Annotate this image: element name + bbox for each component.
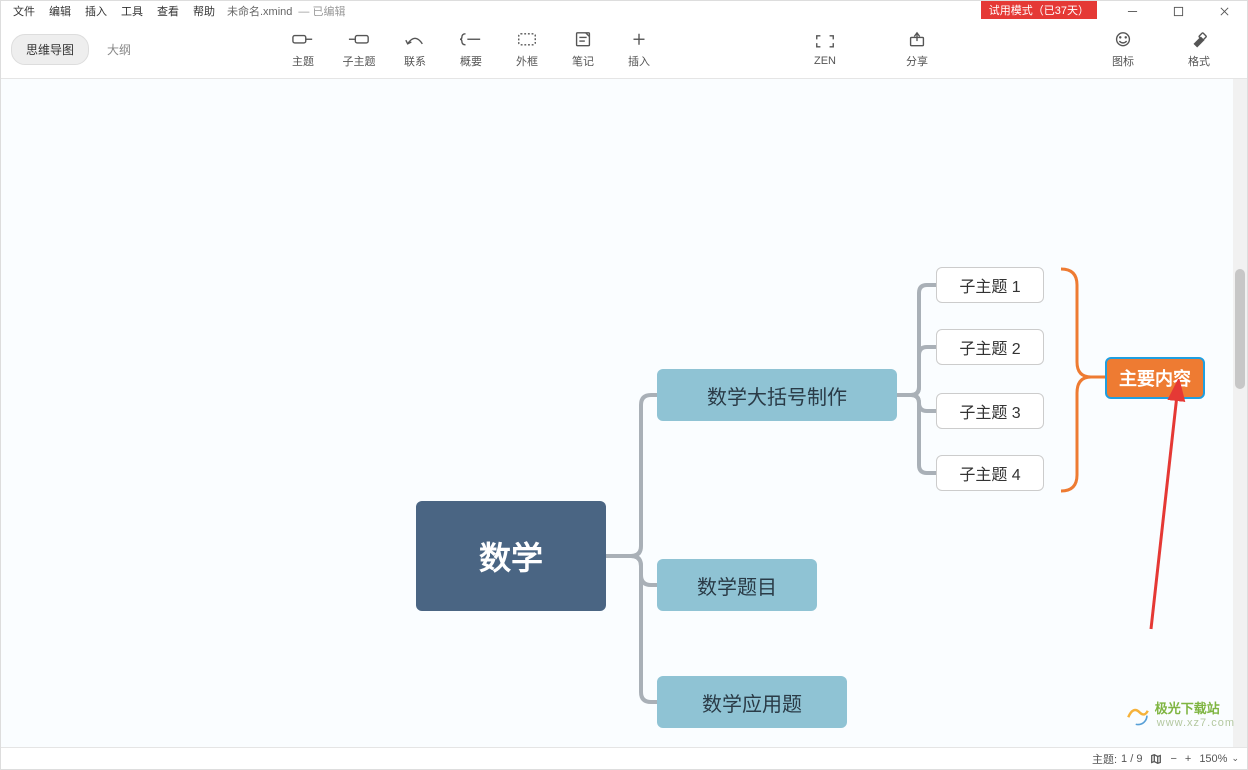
zoom-dropdown-icon[interactable]: ⌄ [1231, 753, 1239, 764]
notes-icon [572, 31, 594, 49]
zen-icon [814, 33, 836, 51]
window-maximize-button[interactable] [1155, 1, 1201, 21]
emoji-button[interactable]: 图标 [1095, 26, 1151, 74]
subtopic-label: 子主题 [343, 53, 376, 69]
menu-edit[interactable]: 编辑 [43, 1, 77, 21]
vertical-scrollbar[interactable] [1233, 79, 1247, 747]
insert-label: 插入 [628, 53, 650, 69]
zen-button[interactable]: ZEN [797, 26, 853, 74]
topic-button[interactable]: 主题 [275, 26, 331, 74]
window-minimize-button[interactable] [1109, 1, 1155, 21]
summary-node[interactable]: 主要内容 [1105, 357, 1205, 399]
emoji-label: 图标 [1112, 53, 1134, 69]
document-title: 未命名.xmind [227, 3, 292, 19]
connectors [1, 79, 1247, 747]
format-label: 格式 [1188, 53, 1210, 69]
topic-count-value: 1 / 9 [1121, 753, 1142, 765]
share-label: 分享 [906, 53, 928, 69]
topic-label: 主题 [292, 53, 314, 69]
view-outline-button[interactable]: 大纲 [93, 35, 145, 64]
zoom-out-button[interactable]: − [1170, 753, 1176, 765]
zoom-value: 150% [1199, 753, 1227, 765]
menu-file[interactable]: 文件 [7, 1, 41, 21]
relation-label: 联系 [404, 53, 426, 69]
watermark-url: www.xz7.com [1157, 717, 1235, 729]
watermark-text: 极光下载站 [1155, 698, 1235, 717]
branch-node-1[interactable]: 数学大括号制作 [657, 369, 897, 421]
relation-button[interactable]: 联系 [387, 26, 443, 74]
share-button[interactable]: 分享 [889, 26, 945, 74]
summary-button[interactable]: 概要 [443, 26, 499, 74]
document-status: — 已编辑 [298, 3, 345, 19]
toolbar: 思维导图 大纲 主题 子主题 联系 概要 外框 [1, 21, 1247, 79]
canvas-area[interactable]: 数学 数学大括号制作 数学题目 数学应用题 子主题 1 子主题 2 子主题 3 … [1, 79, 1247, 747]
relation-icon [404, 31, 426, 49]
trial-badge: 试用模式（已37天） [981, 1, 1097, 19]
window-close-button[interactable] [1201, 1, 1247, 21]
share-icon [906, 31, 928, 49]
branch-node-3[interactable]: 数学应用题 [657, 676, 847, 728]
sub-node-3[interactable]: 子主题 3 [936, 393, 1044, 429]
insert-icon [628, 31, 650, 49]
zoom-in-button[interactable]: + [1185, 753, 1191, 765]
summary-label: 概要 [460, 53, 482, 69]
map-overview-button[interactable] [1150, 753, 1162, 765]
boundary-icon [516, 31, 538, 49]
subtopic-button[interactable]: 子主题 [331, 26, 387, 74]
menu-insert[interactable]: 插入 [79, 1, 113, 21]
subtopic-icon [348, 31, 370, 49]
view-mindmap-button[interactable]: 思维导图 [11, 34, 89, 65]
annotation-arrow [1121, 379, 1211, 639]
sub-node-4[interactable]: 子主题 4 [936, 455, 1044, 491]
summary-icon [460, 31, 482, 49]
sub-node-2[interactable]: 子主题 2 [936, 329, 1044, 365]
sub-node-1[interactable]: 子主题 1 [936, 267, 1044, 303]
notes-label: 笔记 [572, 53, 594, 69]
insert-button[interactable]: 插入 [611, 26, 667, 74]
menu-tools[interactable]: 工具 [115, 1, 149, 21]
topic-count-label: 主题: [1092, 751, 1117, 767]
menu-view[interactable]: 查看 [151, 1, 185, 21]
topic-icon [292, 31, 314, 49]
root-node[interactable]: 数学 [416, 501, 606, 611]
branch-node-2[interactable]: 数学题目 [657, 559, 817, 611]
boundary-button[interactable]: 外框 [499, 26, 555, 74]
scrollbar-thumb[interactable] [1235, 269, 1245, 389]
menu-help[interactable]: 帮助 [187, 1, 221, 21]
boundary-label: 外框 [516, 53, 538, 69]
watermark: 极光下载站 www.xz7.com [1125, 698, 1235, 729]
format-button[interactable]: 格式 [1171, 26, 1227, 74]
status-bar: 主题: 1 / 9 − + 150% ⌄ [1, 747, 1247, 769]
emoji-icon [1112, 31, 1134, 49]
notes-button[interactable]: 笔记 [555, 26, 611, 74]
format-icon [1188, 31, 1210, 49]
zen-label: ZEN [814, 55, 836, 67]
